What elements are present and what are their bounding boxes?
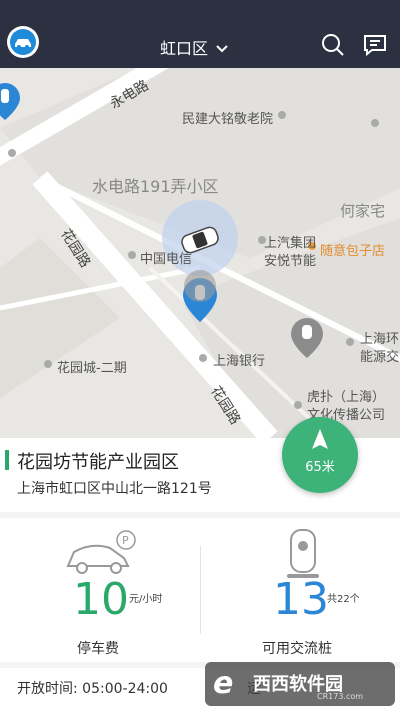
parking-fee-unit: 元/小时: [129, 594, 163, 605]
available-chargers-total: 共22个: [327, 594, 360, 605]
opening-hours: 开放时间: 05:00-24:00: [17, 681, 168, 697]
app-logo-inner: [10, 29, 36, 55]
locate-button[interactable]: 65米: [282, 417, 358, 493]
distance-label: 65米: [305, 460, 335, 475]
stats-panel: P 10 元/小时 停车费 13 共22个 可用交流桩: [0, 518, 400, 662]
poi-label: 上汽集团: [264, 236, 317, 251]
parking-fee-value: 10: [73, 574, 129, 625]
accent-bar: [5, 450, 9, 470]
app-logo-icon[interactable]: [7, 26, 39, 58]
chevron-down-icon: [216, 39, 228, 58]
car-logo-icon: [15, 39, 31, 49]
poi-label: 民建大铭敬老院: [182, 112, 274, 127]
district-selector[interactable]: 虹口区: [160, 35, 228, 59]
poi-label: 上海银行: [213, 354, 266, 369]
watermark: e 西西软件园 CR173.com: [205, 662, 395, 706]
watermark-logo-icon: e: [213, 666, 234, 701]
available-chargers-value: 13: [273, 574, 329, 625]
message-icon[interactable]: [362, 32, 388, 58]
map-view[interactable]: 永电路 花园路 花园路 民建大铭敬老院 水电路191弄小区 何家宅 中国电信 上…: [0, 68, 400, 438]
poi-label: 安悦节能: [264, 254, 317, 269]
poi-label: 上海环: [360, 332, 400, 347]
parking-fee-label: 停车费: [77, 641, 119, 657]
stats-divider: [200, 546, 201, 634]
charger-marker-grey-icon-2: [184, 270, 216, 302]
top-bar: 虹口区: [0, 0, 400, 68]
svg-text:P: P: [122, 534, 129, 547]
poi-label: 花园城-二期: [57, 361, 127, 376]
station-address: 上海市虹口区中山北一路121号: [17, 481, 212, 497]
search-icon[interactable]: [320, 32, 346, 58]
station-name: 花园坊节能产业园区: [17, 452, 179, 473]
poi-label: 随意包子店: [320, 244, 386, 259]
poi-label: 何家宅: [340, 202, 386, 220]
navigation-arrow-icon: [312, 429, 328, 449]
parking-car-icon: P: [66, 530, 136, 574]
available-chargers-label: 可用交流桩: [262, 641, 332, 657]
district-label: 虹口区: [160, 39, 209, 58]
poi-label: 能源交: [360, 350, 400, 365]
poi-label: 虎扑（上海）: [307, 390, 386, 405]
poi-label: 水电路191弄小区: [92, 177, 219, 196]
watermark-url: CR173.com: [317, 692, 364, 701]
poi-label: 中国电信: [140, 252, 193, 267]
